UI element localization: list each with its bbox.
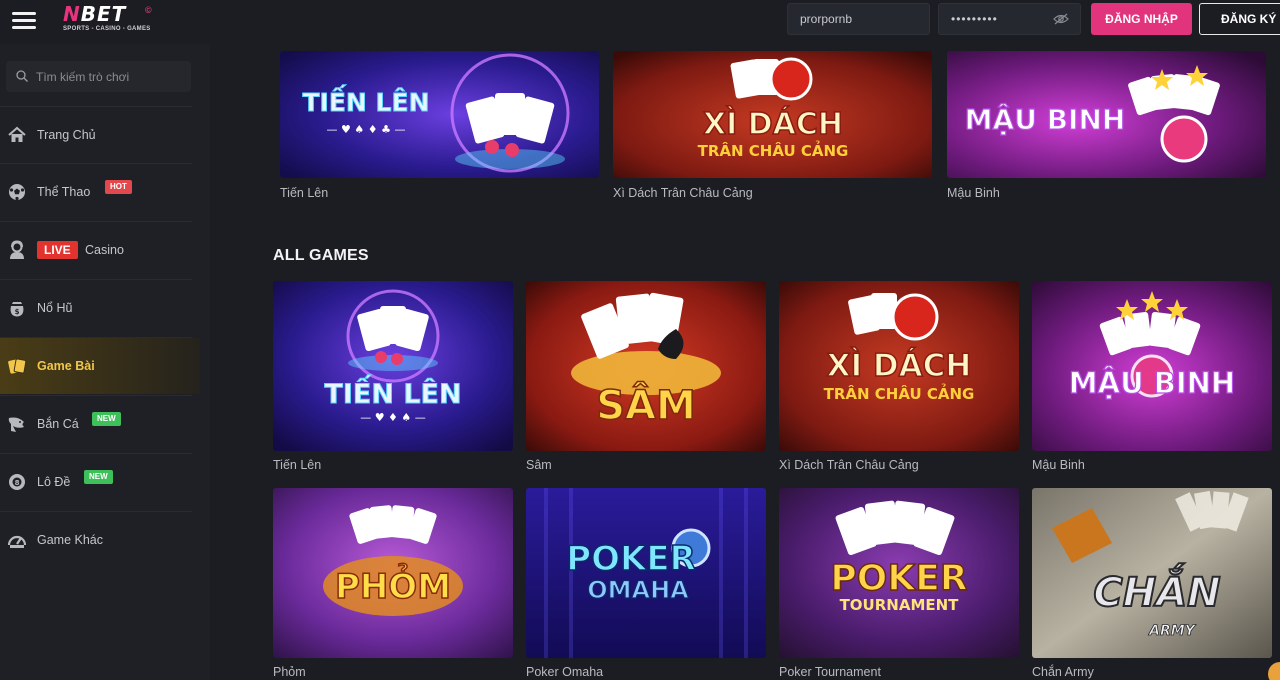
username-input[interactable]: [787, 3, 930, 35]
logo-tagline: SPORTS - CASINO - GAMES: [63, 26, 151, 32]
svg-text:TRÂN CHÂU CẢNG: TRÂN CHÂU CẢNG: [698, 139, 849, 160]
game-title: Tiến Lên: [273, 458, 322, 472]
fish-icon: [8, 417, 24, 432]
game-thumbnail: POKER OMAHA: [526, 488, 766, 658]
jackpot-pot-icon: $: [10, 302, 24, 317]
game-card-xi-dach[interactable]: XÌ DÁCH TRÂN CHÂU CẢNG: [779, 281, 1019, 451]
sidebar-item-label: Game Khác: [37, 533, 104, 547]
svg-text:ARMY: ARMY: [1148, 623, 1197, 639]
svg-text:8: 8: [15, 479, 20, 487]
svg-text:TIẾN LÊN: TIẾN LÊN: [303, 84, 430, 117]
svg-text:$: $: [15, 308, 20, 316]
main-content: TIẾN LÊN — ♥ ♠ ♦ ♣ — Tiến Lên XÌ DÁCH TR…: [210, 44, 1280, 680]
new-badge: NEW: [84, 470, 113, 484]
sidebar-item-jackpot[interactable]: $ Nổ Hũ: [0, 280, 192, 336]
svg-text:PHỎM: PHỎM: [335, 563, 451, 607]
game-title: Poker Tournament: [779, 665, 881, 679]
sidebar-item-label: Lô Đề: [37, 475, 71, 489]
hamburger-menu-icon[interactable]: [10, 9, 38, 33]
featured-game-mau-binh[interactable]: MẬU BINH: [947, 51, 1266, 178]
eye-hidden-icon[interactable]: [1053, 13, 1069, 25]
sidebar-item-label: Casino: [85, 243, 124, 257]
game-thumbnail: TIẾN LÊN — ♥ ♦ ♠ —: [273, 281, 513, 451]
sidebar-item-fishing[interactable]: Bắn Cá NEW: [0, 396, 192, 452]
password-field: [938, 3, 1081, 35]
svg-text:OMAHA: OMAHA: [587, 576, 689, 604]
game-thumbnail: SÂM: [526, 281, 766, 451]
soccer-ball-icon: [9, 184, 25, 201]
svg-text:MẬU BINH: MẬU BINH: [1069, 366, 1235, 400]
svg-text:— ♥ ♠ ♦ ♣ —: — ♥ ♠ ♦ ♣ —: [327, 123, 406, 136]
game-title: Phỏm: [273, 665, 306, 679]
game-title: Poker Omaha: [526, 665, 604, 679]
hot-badge: HOT: [105, 180, 132, 194]
svg-text:SÂM: SÂM: [596, 381, 696, 429]
game-title: Tiến Lên: [280, 186, 329, 200]
game-card-mau-binh[interactable]: MẬU BINH: [1032, 281, 1272, 451]
game-title: Chắn Army: [1032, 665, 1094, 679]
sidebar-item-home[interactable]: Trang Chủ: [0, 107, 192, 163]
live-badge: LIVE: [37, 241, 78, 259]
app-root: NBET © SPORTS - CASINO - GAMES ĐĂNG NHẬP…: [0, 0, 1280, 680]
sidebar-item-card-games[interactable]: Game Bài: [0, 338, 200, 394]
game-search[interactable]: [6, 61, 191, 92]
sidebar-item-label: Trang Chủ: [37, 128, 96, 142]
search-icon: [16, 70, 28, 82]
svg-text:CHẮN: CHẮN: [1093, 562, 1220, 616]
sidebar-item-label: Nổ Hũ: [37, 301, 73, 315]
svg-text:XÌ DÁCH: XÌ DÁCH: [703, 106, 843, 142]
gauge-icon: [7, 535, 27, 548]
svg-text:— ♥ ♦ ♠ —: — ♥ ♦ ♠ —: [360, 411, 426, 424]
game-card-poker-omaha[interactable]: POKER OMAHA: [526, 488, 766, 658]
sidebar-item-sports[interactable]: Thể Thao HOT: [0, 164, 192, 220]
game-thumbnail: MẬU BINH: [947, 51, 1266, 178]
game-title: Mậu Binh: [947, 186, 1000, 200]
game-card-tien-len[interactable]: TIẾN LÊN — ♥ ♦ ♠ —: [273, 281, 513, 451]
sidebar-item-other-games[interactable]: Game Khác: [0, 512, 192, 568]
all-games-heading: ALL GAMES: [273, 247, 369, 264]
game-thumbnail: TIẾN LÊN — ♥ ♠ ♦ ♣ —: [280, 51, 599, 178]
featured-game-tien-len[interactable]: TIẾN LÊN — ♥ ♠ ♦ ♣ —: [280, 51, 599, 178]
register-button[interactable]: ĐĂNG KÝ: [1199, 3, 1280, 35]
featured-game-xi-dach[interactable]: XÌ DÁCH TRÂN CHÂU CẢNG: [613, 51, 932, 178]
game-title: Mậu Binh: [1032, 458, 1085, 472]
sidebar-item-live-casino[interactable]: LIVE Casino: [0, 222, 192, 278]
svg-text:MẬU BINH: MẬU BINH: [965, 102, 1126, 136]
top-header: NBET © SPORTS - CASINO - GAMES ĐĂNG NHẬP…: [0, 0, 1280, 44]
game-thumbnail: PHỎM: [273, 488, 513, 658]
login-button[interactable]: ĐĂNG NHẬP: [1091, 3, 1192, 35]
game-thumbnail: POKER TOURNAMENT: [779, 488, 1019, 658]
game-card-sam[interactable]: SÂM: [526, 281, 766, 451]
game-title: Xì Dách Trân Châu Cảng: [779, 458, 919, 472]
dealer-icon: [10, 240, 24, 259]
game-title: Xì Dách Trân Châu Cảng: [613, 186, 753, 200]
sidebar-item-label: Bắn Cá: [37, 417, 79, 431]
svg-text:XÌ DÁCH: XÌ DÁCH: [827, 348, 972, 384]
sidebar-item-label: Game Bài: [37, 359, 95, 373]
svg-text:POKER: POKER: [830, 558, 967, 599]
sidebar-item-label: Thể Thao: [37, 185, 91, 199]
game-thumbnail: CHẮN ARMY: [1032, 488, 1272, 658]
game-card-poker-tournament[interactable]: POKER TOURNAMENT: [779, 488, 1019, 658]
logo-registered-mark: ©: [145, 5, 152, 15]
sidebar: Trang Chủ Thể Thao HOT LIVE Casino: [0, 44, 210, 680]
lottery-ball-icon: 8: [9, 474, 25, 490]
game-thumbnail: XÌ DÁCH TRÂN CHÂU CẢNG: [779, 281, 1019, 451]
cards-icon: [8, 358, 27, 374]
new-badge: NEW: [92, 412, 121, 426]
nbet-logo[interactable]: NBET © SPORTS - CASINO - GAMES: [63, 4, 163, 38]
svg-text:TOURNAMENT: TOURNAMENT: [840, 596, 960, 614]
game-thumbnail: XÌ DÁCH TRÂN CHÂU CẢNG: [613, 51, 932, 178]
svg-text:TRÂN CHÂU CẢNG: TRÂN CHÂU CẢNG: [824, 382, 975, 403]
search-input[interactable]: [36, 61, 186, 92]
home-icon: [8, 126, 26, 142]
sidebar-item-lottery[interactable]: 8 Lô Đề NEW: [0, 454, 192, 510]
svg-text:TIẾN LÊN: TIẾN LÊN: [324, 375, 461, 410]
svg-text:POKER: POKER: [566, 539, 696, 579]
game-thumbnail: MẬU BINH: [1032, 281, 1272, 451]
game-title: Sâm: [526, 458, 552, 472]
game-card-phom[interactable]: PHỎM: [273, 488, 513, 658]
game-card-chan-army[interactable]: CHẮN ARMY: [1032, 488, 1272, 658]
